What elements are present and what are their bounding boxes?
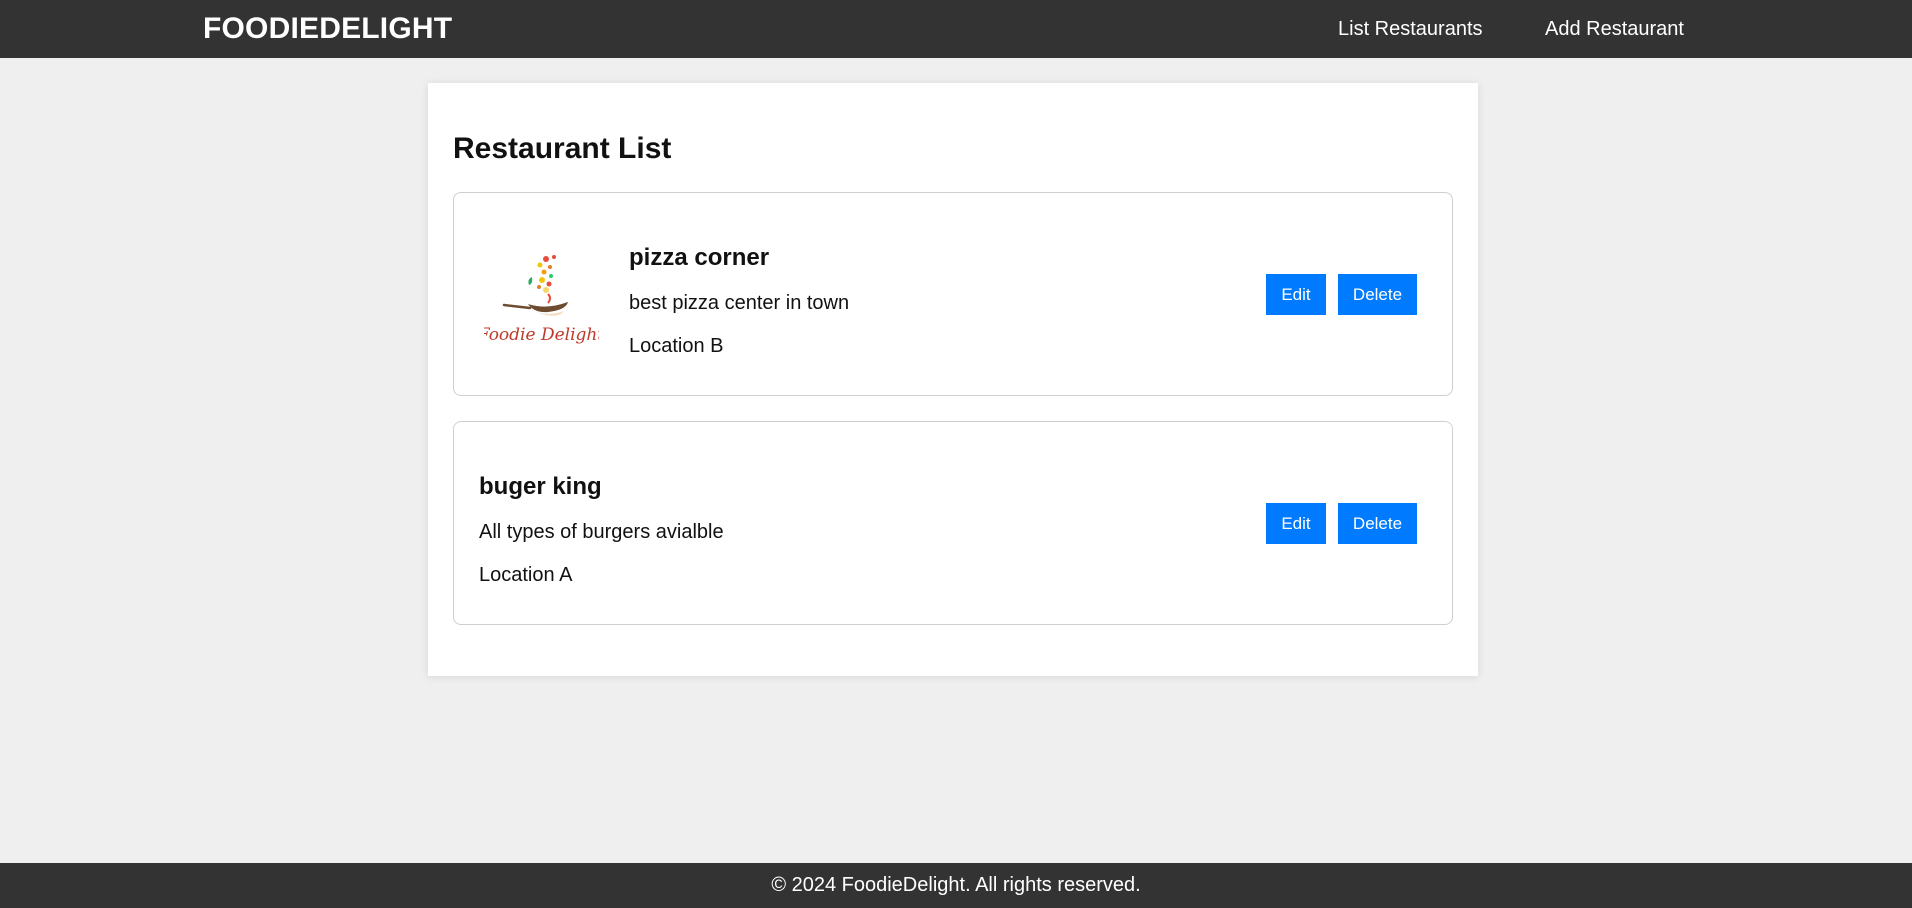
page-title: Restaurant List bbox=[453, 132, 672, 165]
page-footer: © 2024 FoodieDelight. All rights reserve… bbox=[0, 863, 1912, 908]
restaurant-location: Location B bbox=[629, 335, 724, 357]
nav-list-restaurants-link[interactable]: List Restaurants bbox=[1338, 18, 1483, 41]
delete-button[interactable]: Delete bbox=[1338, 503, 1417, 544]
edit-button[interactable]: Edit bbox=[1266, 274, 1326, 315]
edit-button[interactable]: Edit bbox=[1266, 503, 1326, 544]
restaurant-description: best pizza center in town bbox=[629, 292, 850, 314]
restaurant-card: Foodie Delight pizza corner best pizza c… bbox=[453, 192, 1453, 396]
delete-button[interactable]: Delete bbox=[1338, 274, 1417, 315]
copyright-text: © 2024 FoodieDelight. All rights reserve… bbox=[771, 874, 1141, 896]
restaurant-name: pizza corner bbox=[629, 244, 770, 271]
logo-lettering: Foodie Delight bbox=[484, 325, 599, 345]
restaurant-location: Location A bbox=[479, 564, 573, 586]
restaurant-card: buger king All types of burgers avialble… bbox=[453, 421, 1453, 625]
restaurant-name: buger king bbox=[479, 473, 602, 500]
restaurant-description: All types of burgers avialble bbox=[479, 521, 724, 543]
brand-logo-text[interactable]: FOODIEDELIGHT bbox=[203, 12, 452, 46]
restaurant-logo-image: Foodie Delight bbox=[484, 255, 599, 345]
top-navbar: FOODIEDELIGHT List Restaurants Add Resta… bbox=[0, 0, 1912, 58]
nav-add-restaurant-link[interactable]: Add Restaurant bbox=[1545, 18, 1684, 41]
restaurant-list-panel: Restaurant List Foodie Delight pizza cor… bbox=[428, 83, 1478, 676]
